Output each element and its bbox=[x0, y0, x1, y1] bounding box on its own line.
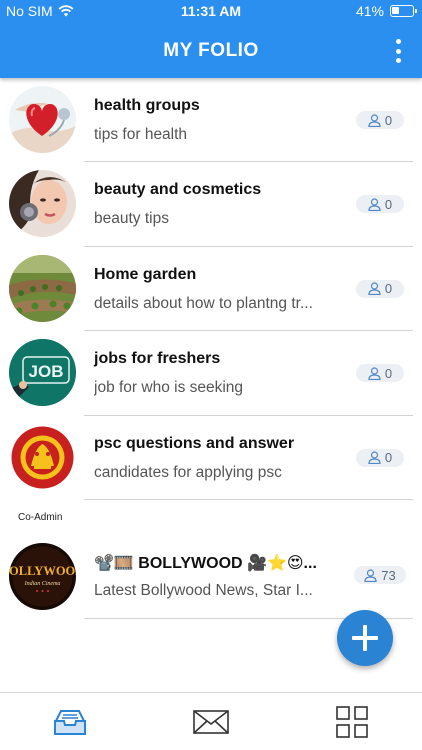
folio-row-psc[interactable]: psc questions and answer candidates for … bbox=[0, 416, 422, 500]
folio-description: tips for health bbox=[94, 126, 188, 143]
member-count: 0 bbox=[384, 112, 393, 128]
bollywood-logo-text: BOLLYWOOD bbox=[9, 564, 76, 578]
bollywood-logo-subtext: Indian Cinema bbox=[24, 581, 61, 587]
user-icon bbox=[364, 568, 377, 582]
row-divider bbox=[84, 498, 413, 500]
folio-row-jobs[interactable]: JOB jobs for freshers job for who is see… bbox=[0, 331, 422, 416]
status-right: 41% bbox=[355, 3, 417, 19]
co-admin-label: Co-Admin bbox=[18, 512, 63, 523]
battery-icon bbox=[390, 5, 417, 17]
nav-apps[interactable] bbox=[281, 693, 422, 750]
inbox-tray-icon bbox=[54, 709, 87, 735]
plus-icon bbox=[352, 625, 378, 651]
user-icon bbox=[368, 282, 381, 296]
page-title: MY FOLIO bbox=[163, 40, 259, 61]
avatar-garden bbox=[9, 254, 76, 322]
add-folio-button[interactable] bbox=[337, 610, 393, 666]
folio-name: 📽️🎞️ BOLLYWOOD 🎥⭐😍... bbox=[94, 555, 317, 572]
battery-level bbox=[392, 7, 399, 14]
folio-row-health-groups[interactable]: health groups tips for health 0 bbox=[0, 78, 422, 163]
folio-row-bollywood[interactable]: BOLLYWOOD Indian Cinema 📽️🎞️ BOLLYWOOD 🎥… bbox=[0, 535, 422, 619]
avatar-psc-emblem bbox=[9, 423, 76, 491]
avatar-job-sign: JOB bbox=[9, 339, 76, 407]
nav-messages[interactable] bbox=[141, 693, 282, 750]
envelope-icon bbox=[193, 709, 229, 734]
grid-icon bbox=[335, 705, 368, 738]
app-header: No SIM 11:31 AM 41% MY FOLIO bbox=[0, 0, 422, 78]
folio-name: health groups bbox=[94, 97, 200, 114]
folio-description: beauty tips bbox=[94, 210, 169, 228]
member-count-badge: 0 bbox=[356, 111, 404, 129]
member-count-badge: 0 bbox=[356, 195, 404, 214]
folio-row-beauty[interactable]: beauty and cosmetics beauty tips 0 bbox=[0, 162, 422, 247]
wifi-icon bbox=[58, 5, 74, 17]
folio-row-home-garden[interactable]: Home garden details about how to plantng… bbox=[0, 247, 422, 332]
more-options-icon[interactable] bbox=[392, 38, 404, 64]
member-count: 0 bbox=[384, 281, 393, 297]
user-icon bbox=[368, 198, 381, 211]
avatar-heart-hands bbox=[9, 86, 76, 153]
member-count: 73 bbox=[381, 567, 396, 583]
user-icon bbox=[368, 113, 381, 127]
bottom-nav bbox=[0, 692, 422, 750]
app-screen: No SIM 11:31 AM 41% MY FOLIO health grou… bbox=[0, 0, 422, 750]
user-icon bbox=[368, 451, 381, 465]
avatar-beauty-woman bbox=[9, 170, 76, 238]
battery-percent: 41% bbox=[355, 3, 384, 19]
user-icon bbox=[368, 367, 381, 380]
member-count-badge: 0 bbox=[356, 279, 404, 298]
svg-text:JOB: JOB bbox=[29, 362, 64, 381]
folio-description: candidates for applying psc bbox=[94, 463, 282, 481]
status-left: No SIM bbox=[6, 3, 74, 19]
nav-folios[interactable] bbox=[0, 693, 141, 750]
member-count: 0 bbox=[384, 450, 393, 466]
member-count: 0 bbox=[384, 365, 393, 381]
folio-description: details about how to plantng tr... bbox=[94, 294, 313, 312]
member-count-badge: 73 bbox=[354, 566, 406, 584]
folio-description: job for who is seeking bbox=[94, 379, 244, 397]
member-count-badge: 0 bbox=[356, 364, 404, 383]
folio-description: Latest Bollywood News, Star I... bbox=[94, 582, 313, 599]
folio-list: health groups tips for health 0 beauty a… bbox=[0, 78, 422, 500]
carrier-label: No SIM bbox=[6, 3, 53, 19]
folio-name: psc questions and answer bbox=[94, 434, 295, 452]
member-count-badge: 0 bbox=[356, 448, 404, 467]
avatar-bollywood: BOLLYWOOD Indian Cinema bbox=[9, 543, 76, 610]
folio-name: Home garden bbox=[94, 265, 197, 283]
status-bar: No SIM 11:31 AM 41% bbox=[0, 0, 422, 24]
folio-name: beauty and cosmetics bbox=[94, 181, 262, 199]
folio-name: jobs for freshers bbox=[94, 350, 221, 368]
member-count: 0 bbox=[384, 196, 393, 212]
